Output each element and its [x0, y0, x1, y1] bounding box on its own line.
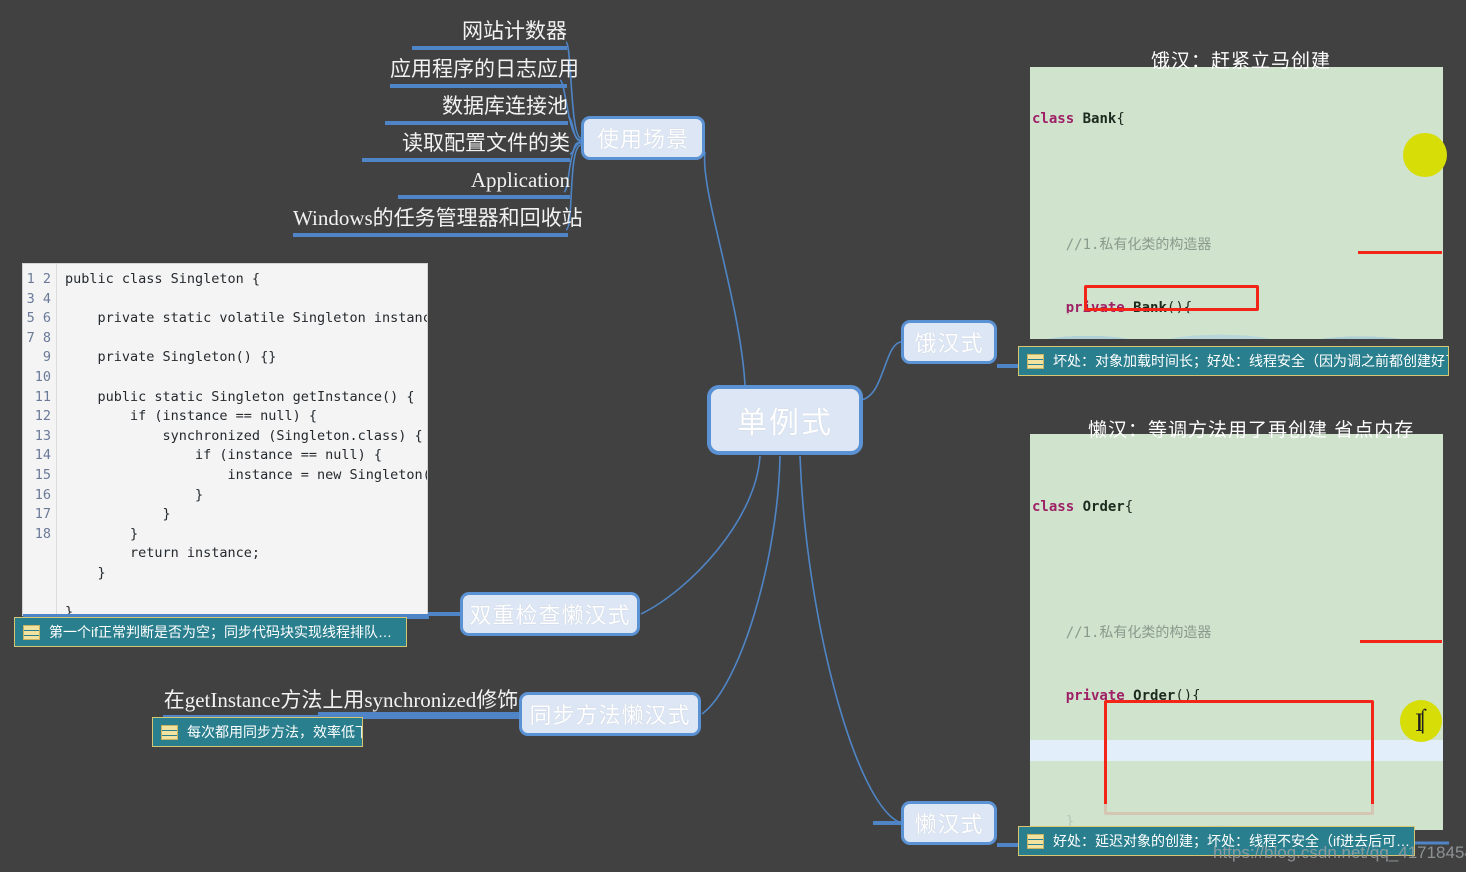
leaf-label: Application — [470, 168, 570, 192]
caption-eager: 饿汉：赶紧立马创建 — [1151, 51, 1332, 72]
note-icon — [23, 624, 40, 640]
watermark: https://blog.csdn.net/qq_41718454 — [1213, 843, 1466, 862]
node-eager-singleton[interactable]: 饿汉式 — [901, 320, 997, 364]
node-label: 同步方法懒汉式 — [529, 703, 691, 728]
leaf-label: 读取配置文件的类 — [402, 131, 570, 155]
ide-wave-decoration — [1030, 313, 1443, 339]
node-use-cases[interactable]: 使用场景 — [581, 116, 705, 160]
node-double-checked-lazy[interactable]: 双重检查懒汉式 — [460, 592, 640, 636]
leaf-website-counter[interactable]: 网站计数器 — [412, 18, 567, 50]
leaf-db-connection-pool[interactable]: 数据库连接池 — [385, 93, 568, 125]
leaf-label: Windows的任务管理器和回收站 — [293, 206, 583, 230]
node-label: 单例式 — [737, 407, 833, 440]
code-block-singleton-dcl: 1 2 3 4 5 6 7 8 9 10 11 12 13 14 15 16 1… — [22, 263, 429, 619]
note-sync-method[interactable]: 每次都用同步方法，效率低下 — [152, 717, 363, 747]
code-block-lazy-order: class Order{ //1.私有化类的构造器 private Order(… — [1030, 434, 1443, 830]
code-block-eager-bank: class Bank{ //1.私有化类的构造器 private Bank(){… — [1030, 67, 1443, 339]
node-label: 使用场景 — [596, 127, 689, 152]
leaf-windows-taskmgr-recyclebin[interactable]: Windows的任务管理器和回收站 — [293, 205, 583, 237]
node-label: 懒汉式 — [914, 812, 984, 837]
lazy-getinstance-highlight — [1104, 700, 1374, 815]
note-icon — [1027, 353, 1044, 369]
code-gutter: 1 2 3 4 5 6 7 8 9 10 11 12 13 14 15 16 1… — [23, 264, 57, 615]
leaf-app-logging[interactable]: 应用程序的日志应用 — [390, 56, 579, 88]
node-label: 饿汉式 — [914, 331, 984, 356]
click-highlight-dot — [1403, 133, 1447, 177]
eager-return-highlight — [1084, 285, 1259, 311]
leaf-label: 网站计数器 — [462, 19, 567, 43]
node-lazy-singleton[interactable]: 懒汉式 — [901, 801, 997, 845]
caption-lazy: 懒汉：等调方法用了再创建 省点内存 — [1088, 420, 1415, 441]
leaf-application[interactable]: Application — [398, 167, 570, 199]
leaf-config-reader-class[interactable]: 读取配置文件的类 — [362, 130, 570, 162]
text-cursor-icon: I — [1415, 708, 1424, 737]
eager-new-underline — [1358, 251, 1442, 254]
node-root-singleton[interactable]: 单例式 — [707, 385, 863, 455]
leaf-label: 在getInstance方法上用synchronized修饰 — [163, 688, 519, 712]
note-text: 每次都用同步方法，效率低下 — [187, 724, 363, 740]
leaf-label: 数据库连接池 — [442, 94, 568, 118]
lazy-null-underline — [1360, 640, 1442, 643]
node-label: 双重检查懒汉式 — [469, 603, 631, 628]
code-source: public class Singleton { private static … — [65, 271, 427, 615]
mindmap-canvas: 网站计数器 应用程序的日志应用 数据库连接池 读取配置文件的类 Applicat… — [0, 0, 1466, 872]
leaf-synchronized-on-getinstance[interactable]: 在getInstance方法上用synchronized修饰 — [163, 687, 519, 719]
note-text: 第一个if正常判断是否为空；同步代码块实现线程排队… — [49, 624, 392, 640]
note-double-checked[interactable]: 第一个if正常判断是否为空；同步代码块实现线程排队… — [14, 617, 407, 647]
note-icon — [161, 724, 178, 740]
node-synchronized-method-lazy[interactable]: 同步方法懒汉式 — [519, 692, 701, 736]
note-eager[interactable]: 坏处：对象加载时间长；好处：线程安全（因为调之前都创建好了） — [1018, 346, 1449, 376]
note-icon — [1027, 833, 1044, 849]
leaf-label: 应用程序的日志应用 — [390, 57, 579, 81]
note-text: 坏处：对象加载时间长；好处：线程安全（因为调之前都创建好了） — [1053, 353, 1449, 369]
